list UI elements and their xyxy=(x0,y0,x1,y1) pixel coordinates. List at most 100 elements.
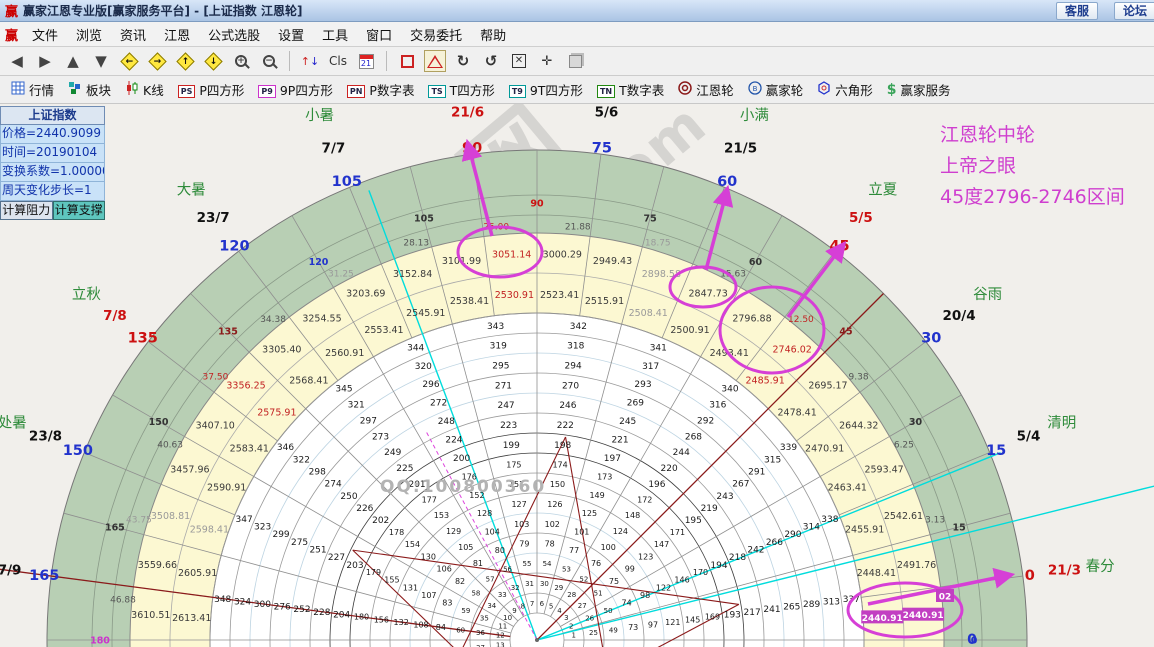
date-label: 21/6 xyxy=(451,105,484,121)
diamond-up-icon[interactable]: ↑ xyxy=(174,50,196,72)
title-bar: 赢 赢家江恩专业版[赢家服务平台] - [上证指数 江恩轮] 客服 论坛 xyxy=(0,0,1154,22)
zoom-out-icon[interactable]: − xyxy=(258,50,280,72)
forum-button[interactable]: 论坛 xyxy=(1114,2,1154,20)
wheel-number: 3 xyxy=(564,614,568,622)
toolbar-winner-wheel-button[interactable]: B赢家轮 xyxy=(743,80,809,99)
calendar-icon[interactable]: 21 xyxy=(355,50,377,72)
menu-item-浏览[interactable]: 浏览 xyxy=(67,26,111,47)
toolbar-quotes-button[interactable]: 行情 xyxy=(6,80,59,99)
coef-row: 变换系数=1.00000 xyxy=(0,163,105,182)
menu-item-公式选股[interactable]: 公式选股 xyxy=(199,26,269,47)
price-label: 2542.61 xyxy=(884,511,923,522)
wheel-number: 7 xyxy=(530,600,534,608)
menu-item-设置[interactable]: 设置 xyxy=(269,26,313,47)
price-label: 2523.41 xyxy=(540,290,579,301)
rotate-ccw-icon[interactable]: ↺ xyxy=(480,50,502,72)
green-value-label: 3.13 xyxy=(925,516,945,526)
price-label: 2491.76 xyxy=(897,560,936,571)
toolbar-winner-service-button[interactable]: $赢家服务 xyxy=(882,80,956,99)
wheel-number: 250 xyxy=(340,492,357,502)
calc-resistance-button[interactable]: 计算阻力 xyxy=(0,201,53,220)
wheel-number: 174 xyxy=(552,460,567,469)
wheel-number: 196 xyxy=(648,480,665,490)
price-label: 3407.10 xyxy=(196,420,235,431)
outer-degree-label: 150 xyxy=(63,443,93,459)
wheel-number: 75 xyxy=(609,577,619,586)
range-icon[interactable]: ↑↓ xyxy=(299,50,321,72)
solar-term-label: 立秋 xyxy=(72,286,101,303)
diamond-left-icon[interactable]: ← xyxy=(118,50,140,72)
toolbar-gann-wheel-button[interactable]: 江恩轮 xyxy=(673,80,739,99)
toolbar-p-table-button[interactable]: PNP数字表 xyxy=(342,80,420,99)
square-tool-icon[interactable] xyxy=(396,50,418,72)
rotate-cw-icon[interactable]: ↻ xyxy=(452,50,474,72)
wheel-number: 175 xyxy=(506,460,521,469)
wheel-number: 53 xyxy=(562,565,571,573)
wheel-number: 105 xyxy=(458,543,473,552)
cube-icon[interactable] xyxy=(564,50,586,72)
date-label: 7/8 xyxy=(103,308,127,324)
triangle-tool-icon[interactable] xyxy=(424,50,446,72)
toolbar-t-table-button[interactable]: TNT数字表 xyxy=(592,80,669,99)
prev-arrow-icon[interactable]: ◀ xyxy=(6,50,28,72)
outer-degree-label: 120 xyxy=(219,239,249,255)
wheel-number: 104 xyxy=(485,528,500,537)
outer-degree-label: 30 xyxy=(921,330,941,346)
wheel-number: 297 xyxy=(360,416,377,426)
wheel-number: 58 xyxy=(471,590,480,598)
wheel-number: 106 xyxy=(437,565,452,574)
menu-item-江恩[interactable]: 江恩 xyxy=(155,26,199,47)
zoom-in-icon[interactable]: + xyxy=(230,50,252,72)
green-value-label: 28.13 xyxy=(403,238,429,248)
wheel-number: 265 xyxy=(783,603,800,613)
wheel-number: 126 xyxy=(547,500,562,509)
down-arrow-icon[interactable]: ▼ xyxy=(90,50,112,72)
wheel-number: 130 xyxy=(421,552,436,561)
solar-term-label: 谷雨 xyxy=(973,286,1002,303)
wheel-number: 248 xyxy=(438,417,455,427)
menu-item-交易委托[interactable]: 交易委托 xyxy=(401,26,471,47)
wheel-number: 125 xyxy=(582,509,597,518)
p-square-icon: PS xyxy=(178,82,196,97)
toolbar-hexagon-button[interactable]: 六角形 xyxy=(812,80,878,99)
price-label: 2568.41 xyxy=(289,375,328,386)
outer-degree-label: 105 xyxy=(332,174,362,190)
wheel-number: 244 xyxy=(673,448,690,458)
toolbar-kline-button[interactable]: K线 xyxy=(120,80,169,99)
cls-button[interactable]: Cls xyxy=(327,50,349,72)
calc-support-button[interactable]: 计算支撑 xyxy=(53,201,106,220)
wheel-number: 313 xyxy=(823,597,840,607)
menu-item-帮助[interactable]: 帮助 xyxy=(471,26,515,47)
toolbar-9p-square-button[interactable]: P99P四方形 xyxy=(253,80,337,99)
delete-box-icon[interactable]: ✕ xyxy=(508,50,530,72)
toolbar-p-square-button[interactable]: PSP四方形 xyxy=(173,80,250,99)
menu-item-文件[interactable]: 文件 xyxy=(23,26,67,47)
price-label: 2470.91 xyxy=(805,443,844,454)
wheel-number: 11 xyxy=(498,622,507,630)
price-label: 2593.47 xyxy=(864,464,903,475)
annotation-line-3: 45度2796-2746区间 xyxy=(940,182,1125,213)
wheel-number: 269 xyxy=(627,399,644,409)
customer-service-button[interactable]: 客服 xyxy=(1056,2,1098,20)
toolbar-sectors-button[interactable]: 板块 xyxy=(63,80,116,99)
menu-item-资讯[interactable]: 资讯 xyxy=(111,26,155,47)
center-icon[interactable]: ✛ xyxy=(536,50,558,72)
outer-degree-label: 0 xyxy=(1025,568,1035,584)
menu-item-窗口[interactable]: 窗口 xyxy=(357,26,401,47)
green-value-label: 9.38 xyxy=(849,373,869,383)
wheel-number: 204 xyxy=(333,610,350,620)
toolbar-9t-square-button[interactable]: T99T四方形 xyxy=(504,80,588,99)
wheel-number: 318 xyxy=(567,342,584,352)
toolbar-t-square-button[interactable]: TST四方形 xyxy=(423,80,499,99)
wheel-number: 268 xyxy=(685,432,702,442)
p-table-icon: PN xyxy=(347,82,366,97)
menu-item-工具[interactable]: 工具 xyxy=(313,26,357,47)
up-arrow-icon[interactable]: ▲ xyxy=(62,50,84,72)
next-arrow-icon[interactable]: ▶ xyxy=(34,50,56,72)
diamond-down-icon[interactable]: ↓ xyxy=(202,50,224,72)
wheel-number: 241 xyxy=(763,605,780,615)
diamond-right-icon[interactable]: → xyxy=(146,50,168,72)
price-label: 2847.73 xyxy=(689,288,728,299)
inband-degree-label: 165 xyxy=(105,522,125,533)
index-info-panel: 上证指数 价格=2440.9099 时间=20190104 变换系数=1.000… xyxy=(0,106,105,220)
